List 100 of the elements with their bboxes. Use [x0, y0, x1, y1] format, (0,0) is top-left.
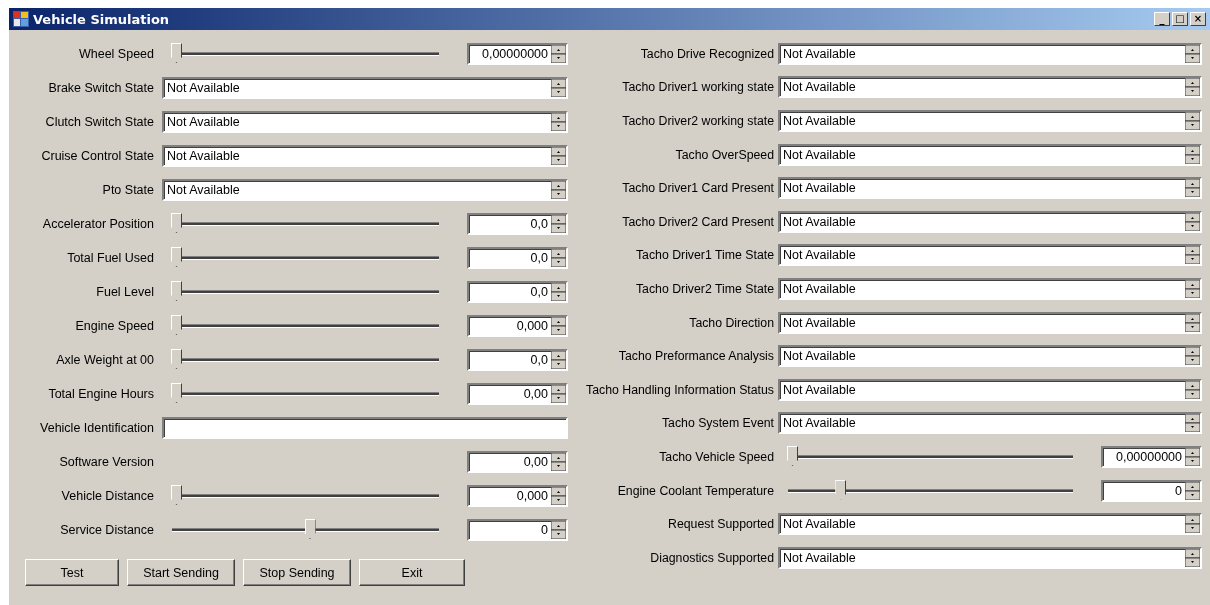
spin-field[interactable]: Not Available: [778, 210, 1202, 233]
field-label: Tacho System Event: [660, 416, 775, 431]
spin-arrows-icon[interactable]: [1185, 515, 1200, 534]
slider-thumb[interactable]: [171, 281, 182, 301]
spin-field[interactable]: Not Available: [778, 244, 1202, 267]
spin-arrows-icon[interactable]: [1185, 414, 1200, 433]
spin-arrows-icon[interactable]: [1185, 347, 1200, 366]
field-label: Tacho Vehicle Speed: [658, 449, 775, 464]
field-label: Diagnostics Supported: [649, 550, 775, 565]
spin-field[interactable]: Not Available: [162, 111, 568, 133]
number-field[interactable]: 0,00000000: [1101, 445, 1202, 468]
slider-thumb[interactable]: [171, 247, 182, 267]
spin-arrows-icon[interactable]: [1185, 212, 1200, 231]
push-button[interactable]: Test: [25, 559, 119, 586]
push-button[interactable]: Stop Sending: [243, 559, 351, 586]
field-label: Tacho Preformance Analysis: [617, 349, 775, 364]
slider-thumb[interactable]: [171, 213, 182, 233]
number-field[interactable]: 0,000: [467, 485, 568, 507]
spin-arrows-icon[interactable]: [551, 249, 566, 267]
field-label: Wheel Speed: [77, 47, 155, 61]
push-button[interactable]: Exit: [359, 559, 465, 586]
slider-thumb[interactable]: [171, 349, 182, 369]
number-field[interactable]: 0: [467, 519, 568, 541]
slider-thumb[interactable]: [171, 43, 182, 63]
number-field[interactable]: 0,0: [467, 213, 568, 235]
spin-field[interactable]: Not Available: [778, 345, 1202, 368]
number-field[interactable]: 0,00000000: [467, 43, 568, 65]
slider-thumb[interactable]: [171, 485, 182, 505]
spin-arrows-icon[interactable]: [551, 453, 566, 471]
spin-arrows-icon[interactable]: [1185, 313, 1200, 332]
number-field[interactable]: 0,000: [467, 315, 568, 337]
slider-thumb[interactable]: [171, 315, 182, 335]
field-label: Tacho Driver2 Time State: [634, 281, 775, 296]
field-label: Pto State: [101, 183, 155, 197]
close-button[interactable]: ×: [1190, 12, 1206, 26]
spin-field[interactable]: Not Available: [778, 378, 1202, 401]
spin-arrows-icon[interactable]: [1185, 112, 1200, 130]
field-label: Clutch Switch State: [44, 115, 155, 129]
spin-arrows-icon[interactable]: [1185, 145, 1200, 164]
spin-field[interactable]: Not Available: [778, 277, 1202, 300]
spin-arrows-icon[interactable]: [551, 147, 566, 165]
spin-field[interactable]: Not Available: [778, 76, 1202, 99]
spin-arrows-icon[interactable]: [1185, 44, 1200, 63]
field-label: Engine Coolant Temperature: [616, 483, 775, 498]
spin-arrows-icon[interactable]: [551, 351, 566, 369]
slider-thumb[interactable]: [304, 519, 316, 539]
field-label: Service Distance: [59, 523, 155, 537]
push-button[interactable]: Start Sending: [127, 559, 235, 586]
field-label: Vehicle Identification: [39, 421, 155, 435]
spin-arrows-icon[interactable]: [1185, 380, 1200, 399]
spin-arrows-icon[interactable]: [551, 317, 566, 335]
minimize-button[interactable]: _: [1154, 12, 1170, 26]
spin-arrows-icon[interactable]: [1185, 179, 1200, 198]
spin-field[interactable]: Not Available: [778, 143, 1202, 166]
spin-field[interactable]: Not Available: [778, 110, 1202, 132]
slider-thumb[interactable]: [171, 383, 182, 403]
app-icon: [13, 11, 29, 27]
spin-field[interactable]: Not Available: [778, 412, 1202, 435]
field-label: Tacho Driver2 working state: [621, 114, 775, 128]
maximize-button[interactable]: □: [1172, 12, 1188, 26]
number-field[interactable]: 0: [1101, 479, 1202, 502]
spin-arrows-icon[interactable]: [551, 215, 566, 233]
spin-arrows-icon[interactable]: [551, 181, 566, 199]
spin-arrows-icon[interactable]: [1185, 481, 1200, 500]
spin-arrows-icon[interactable]: [1185, 447, 1200, 466]
spin-field[interactable]: Not Available: [162, 145, 568, 167]
field-label: Tacho Handling Information Status: [585, 382, 775, 397]
number-field[interactable]: 0,00: [467, 383, 568, 405]
spin-arrows-icon[interactable]: [551, 487, 566, 505]
field-label: Tacho Driver2 Card Present: [621, 214, 775, 229]
field-label: Vehicle Distance: [60, 489, 155, 503]
spin-field[interactable]: Not Available: [778, 177, 1202, 200]
field-label: Tacho Driver1 Card Present: [621, 181, 775, 196]
spin-arrows-icon[interactable]: [1185, 78, 1200, 97]
slider-thumb[interactable]: [835, 479, 847, 500]
spin-arrows-icon[interactable]: [551, 521, 566, 539]
spin-field[interactable]: Not Available: [162, 179, 568, 201]
spin-arrows-icon[interactable]: [551, 385, 566, 403]
field-label: Tacho Driver1 working state: [621, 80, 775, 95]
spin-field[interactable]: Not Available: [778, 546, 1202, 569]
slider-thumb[interactable]: [787, 445, 798, 466]
spin-arrows-icon[interactable]: [551, 283, 566, 301]
number-field[interactable]: 0,0: [467, 349, 568, 371]
number-field[interactable]: 0,00: [467, 451, 568, 473]
input-field[interactable]: [162, 417, 568, 439]
spin-field[interactable]: Not Available: [778, 42, 1202, 65]
spin-field[interactable]: Not Available: [162, 77, 568, 99]
spin-arrows-icon[interactable]: [551, 113, 566, 131]
number-field[interactable]: 0,0: [467, 247, 568, 269]
field-label: Axle Weight at 00: [55, 353, 155, 367]
number-field[interactable]: 0,0: [467, 281, 568, 303]
spin-arrows-icon[interactable]: [1185, 548, 1200, 567]
spin-arrows-icon[interactable]: [1185, 279, 1200, 298]
field-label: Tacho Drive Recognized: [639, 46, 775, 61]
spin-arrows-icon[interactable]: [551, 45, 566, 63]
spin-arrows-icon[interactable]: [551, 79, 566, 97]
spin-field[interactable]: Not Available: [778, 311, 1202, 334]
spin-field[interactable]: Not Available: [778, 513, 1202, 536]
field-label: Brake Switch State: [47, 81, 155, 95]
spin-arrows-icon[interactable]: [1185, 246, 1200, 265]
